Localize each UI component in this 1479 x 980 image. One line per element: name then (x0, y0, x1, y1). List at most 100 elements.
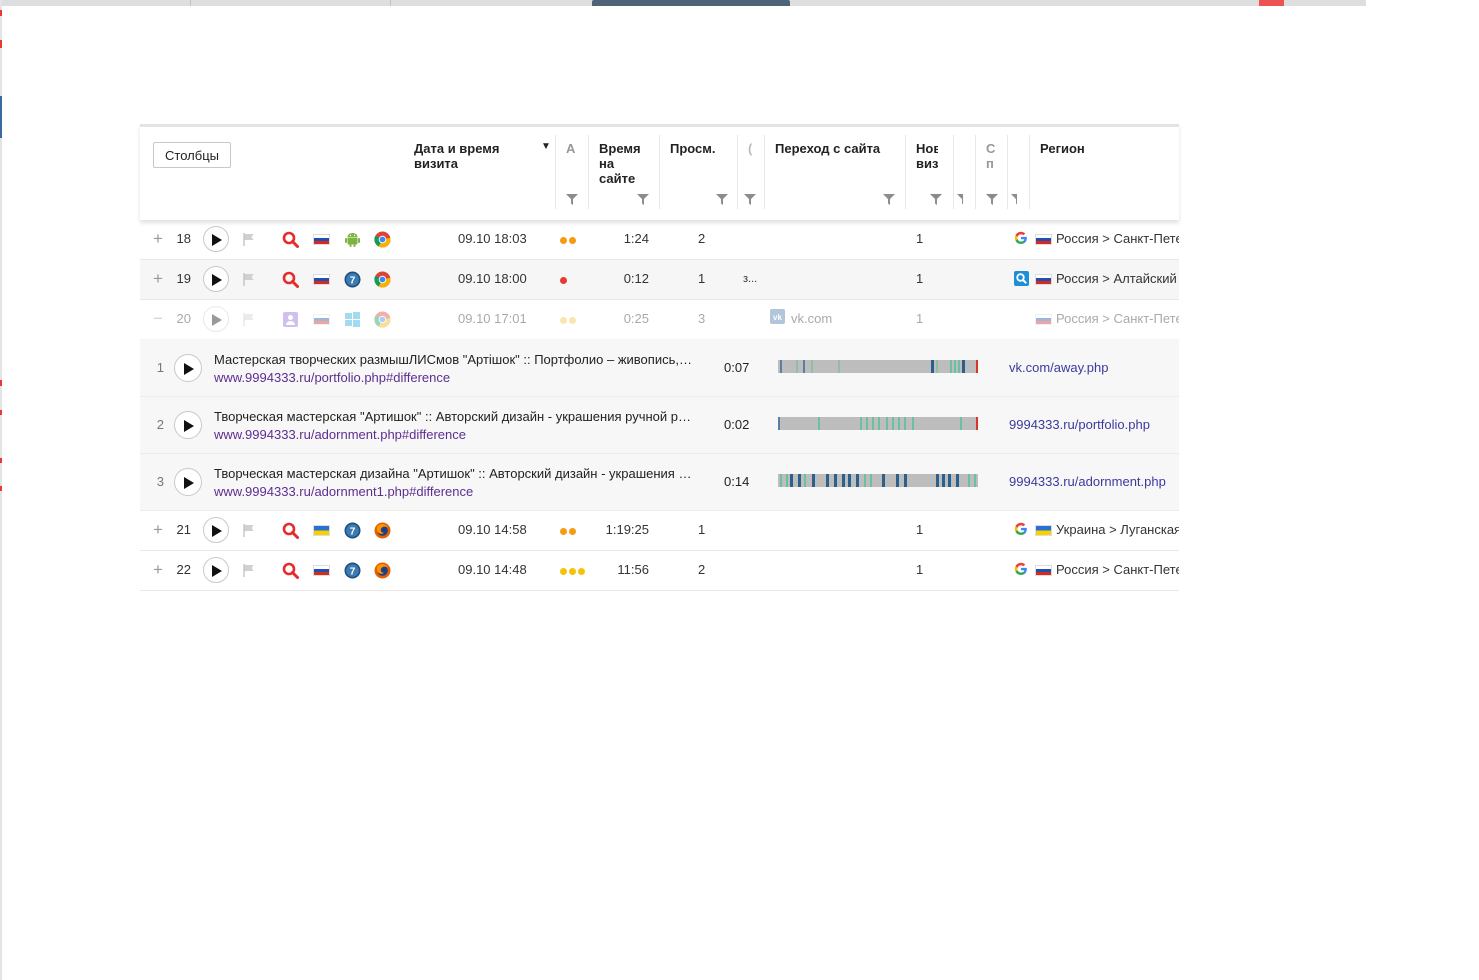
filter-icon[interactable] (637, 194, 649, 205)
new-visit-count: 1 (916, 271, 924, 286)
play-visit-button[interactable] (203, 226, 229, 252)
flag-icon[interactable] (243, 313, 255, 329)
page-title: Творческая мастерская "Артишок" :: Автор… (214, 409, 694, 424)
activity-dots (560, 528, 578, 543)
column-views[interactable]: Просм. (660, 127, 738, 217)
visit-page-row[interactable]: 3 Творческая мастерская дизайна "Артишок… (140, 454, 1179, 511)
play-visit-button[interactable] (203, 306, 229, 332)
page-time: 0:07 (724, 360, 750, 375)
page-referrer[interactable]: 9994333.ru/adornment.php (1009, 474, 1166, 489)
browser-icon (374, 562, 391, 579)
page-url[interactable]: www.9994333.ru/portfolio.php#difference (214, 370, 450, 385)
flag-icon[interactable] (243, 524, 255, 540)
search-engine-icon (282, 271, 299, 288)
activity-tick (778, 417, 780, 430)
region-flag-icon (1035, 274, 1052, 285)
time-on-site: 11:56 (617, 562, 649, 577)
activity-tick (976, 417, 978, 430)
play-visit-button[interactable] (203, 266, 229, 292)
columns-button[interactable]: Столбцы (153, 142, 231, 168)
referrer-text[interactable]: vk.com (791, 311, 832, 326)
table-row[interactable]: + 18 09.10 18:03 1:24 2 1 Россия > Санкт… (140, 220, 1179, 260)
activity-tick (878, 417, 880, 430)
row-number: 21 (176, 522, 191, 537)
column-narrow-3[interactable]: С п (976, 127, 1008, 217)
activity-dot (560, 277, 567, 284)
page-referrer[interactable]: 9994333.ru/portfolio.php (1009, 417, 1150, 432)
page-activity-bar (778, 417, 978, 430)
visit-region: Россия > Санкт-Петербург (1056, 231, 1179, 246)
region-flag-icon (1035, 525, 1052, 536)
column-referrer[interactable]: Переход с сайта (765, 127, 906, 217)
column-narrow-2[interactable] (954, 127, 976, 217)
filter-icon[interactable] (986, 194, 998, 205)
expand-toggle[interactable]: + (151, 220, 165, 258)
column-narrow[interactable]: ( (738, 127, 765, 217)
flag-icon[interactable] (243, 564, 255, 580)
activity-tick (804, 474, 806, 487)
play-visit-button[interactable] (203, 557, 229, 583)
filter-icon[interactable] (883, 194, 895, 205)
table-row[interactable]: + 19 7 09.10 18:00 0:12 1 з... 1 Россия … (140, 260, 1179, 300)
activity-tick (811, 360, 813, 373)
row-number: 22 (176, 562, 191, 577)
edge-mark (0, 380, 2, 386)
activity-tick (948, 474, 951, 487)
activity-tick (803, 360, 805, 373)
table-row[interactable]: − 20 09.10 17:01 0:25 3 vk vk.com 1 Росси… (140, 300, 1179, 340)
filter-icon[interactable] (1011, 194, 1017, 205)
yandex-search-icon (1014, 271, 1031, 288)
activity-tick (892, 417, 894, 430)
column-time-on-site[interactable]: Время на сайте (589, 127, 660, 217)
table-row[interactable]: + 22 7 09.10 14:48 11:56 2 1 Россия > Са… (140, 551, 1179, 591)
filter-icon[interactable] (566, 194, 578, 205)
activity-tick (848, 474, 851, 487)
column-narrow-4[interactable] (1008, 127, 1030, 217)
expand-toggle[interactable]: − (151, 300, 165, 338)
filter-icon[interactable] (957, 194, 963, 205)
visit-region: Россия > Санкт-Петербург (1056, 562, 1179, 577)
column-activity[interactable]: А (556, 127, 589, 217)
sort-desc-icon[interactable]: ▼ (541, 141, 551, 152)
play-page-button[interactable] (174, 411, 202, 439)
visit-page-row[interactable]: 1 Мастерская творческих размышЛИСмов "Ар… (140, 340, 1179, 397)
active-tab-indicator[interactable] (592, 0, 790, 6)
column-date-time[interactable]: Дата и время визита ▼ (404, 127, 556, 217)
visit-page-row[interactable]: 2 Творческая мастерская "Артишок" :: Авт… (140, 397, 1179, 454)
activity-dot (560, 528, 567, 535)
page-referrer[interactable]: vk.com/away.php (1009, 360, 1108, 375)
filter-icon[interactable] (744, 194, 756, 205)
play-page-button[interactable] (174, 468, 202, 496)
column-region[interactable]: Регион (1030, 127, 1179, 217)
close-tab-indicator[interactable] (1259, 0, 1284, 6)
visit-datetime: 09.10 14:48 (458, 562, 527, 577)
visit-datetime: 09.10 18:00 (458, 271, 527, 286)
expand-toggle[interactable]: + (151, 260, 165, 298)
visit-datetime: 09.10 18:03 (458, 231, 527, 246)
flag-icon[interactable] (243, 233, 255, 249)
referrer-site[interactable]: vk vk.com (770, 300, 832, 338)
filter-icon[interactable] (930, 194, 942, 205)
activity-tick (842, 474, 845, 487)
edge-mark (0, 410, 2, 415)
column-narrow-label: ( (748, 141, 753, 156)
views-count: 2 (698, 562, 706, 577)
table-row[interactable]: + 21 7 09.10 14:58 1:19:25 1 1 Украина >… (140, 511, 1179, 551)
expand-toggle[interactable]: + (151, 551, 165, 589)
page-url[interactable]: www.9994333.ru/adornment.php#difference (214, 427, 466, 442)
activity-dot (569, 237, 576, 244)
search-engine-icon (282, 522, 299, 539)
row-number: 19 (176, 271, 191, 286)
page-url[interactable]: www.9994333.ru/adornment1.php#difference (214, 484, 473, 499)
activity-tick (790, 474, 793, 487)
time-on-site: 1:24 (623, 231, 649, 246)
play-visit-button[interactable] (203, 517, 229, 543)
filter-icon[interactable] (716, 194, 728, 205)
svg-text:7: 7 (350, 526, 356, 537)
row-number: 20 (176, 311, 191, 326)
flag-icon[interactable] (243, 273, 255, 289)
column-new-visit[interactable]: Нов виз (906, 127, 954, 217)
play-page-button[interactable] (174, 354, 202, 382)
activity-dots (560, 568, 587, 583)
expand-toggle[interactable]: + (151, 511, 165, 549)
